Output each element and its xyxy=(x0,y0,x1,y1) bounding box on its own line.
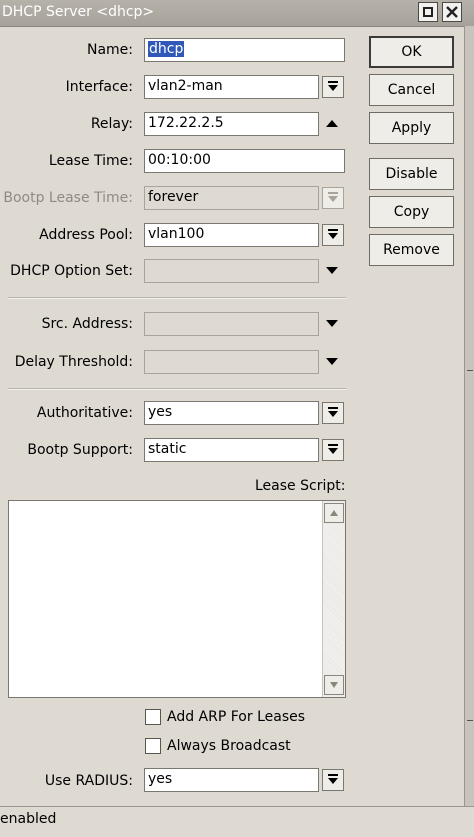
scroll-up-button[interactable] xyxy=(324,503,344,523)
address-pool-dropdown-button[interactable] xyxy=(322,224,344,246)
name-value: dhcp xyxy=(148,41,185,57)
dropdown-icon xyxy=(328,81,338,91)
expand-down-icon[interactable] xyxy=(324,265,340,277)
disable-button[interactable]: Disable xyxy=(369,158,454,190)
bootp-support-value: static xyxy=(148,441,187,457)
bootp-lease-time-value: forever xyxy=(148,189,199,205)
name-label: Name: xyxy=(86,42,133,58)
delay-threshold-label: Delay Threshold: xyxy=(14,354,133,370)
address-pool-label: Address Pool: xyxy=(39,227,133,243)
relay-label: Relay: xyxy=(90,116,133,132)
address-pool-field[interactable]: vlan100 xyxy=(144,223,319,247)
separator xyxy=(8,388,346,390)
edge-mark xyxy=(467,370,473,371)
interface-dropdown-button[interactable] xyxy=(322,76,344,98)
authoritative-value: yes xyxy=(148,404,173,420)
dropdown-icon xyxy=(328,407,338,417)
interface-value: vlan2-man xyxy=(148,78,223,94)
title-bar[interactable]: DHCP Server <dhcp> xyxy=(0,0,474,27)
address-pool-value: vlan100 xyxy=(148,226,205,242)
bootp-lease-time-label: Bootp Lease Time: xyxy=(3,190,133,206)
delay-threshold-field[interactable] xyxy=(144,350,319,374)
lease-time-field[interactable]: 00:10:00 xyxy=(144,149,345,173)
interface-label: Interface: xyxy=(65,79,133,95)
status-text: enabled xyxy=(0,811,57,827)
dropdown-icon xyxy=(328,229,338,239)
bootp-support-dropdown-button[interactable] xyxy=(322,439,344,461)
dropdown-icon xyxy=(328,192,338,202)
restore-icon xyxy=(423,7,433,17)
authoritative-label: Authoritative: xyxy=(36,405,133,421)
authoritative-field[interactable]: yes xyxy=(144,401,319,425)
src-address-field[interactable] xyxy=(144,312,319,336)
status-bar: enabled xyxy=(0,806,474,837)
arrow-down-icon xyxy=(330,682,338,688)
cancel-button[interactable]: Cancel xyxy=(369,74,454,106)
relay-field[interactable]: 172.22.2.5 xyxy=(144,112,319,136)
window-title: DHCP Server <dhcp> xyxy=(2,4,155,20)
interface-field[interactable]: vlan2-man xyxy=(144,75,319,99)
use-radius-value: yes xyxy=(148,771,173,787)
window-right-edge xyxy=(464,26,474,806)
expand-down-icon[interactable] xyxy=(324,356,340,368)
add-arp-checkbox[interactable] xyxy=(145,709,161,725)
bootp-lease-time-field: forever xyxy=(144,186,319,210)
use-radius-label: Use RADIUS: xyxy=(44,773,133,789)
close-button[interactable] xyxy=(442,2,462,22)
src-address-label: Src. Address: xyxy=(41,316,133,332)
authoritative-dropdown-button[interactable] xyxy=(322,402,344,424)
lease-script-label: Lease Script: xyxy=(255,478,346,494)
bootp-support-field[interactable]: static xyxy=(144,438,319,462)
bootp-support-label: Bootp Support: xyxy=(27,442,133,458)
arrow-up-icon xyxy=(330,510,338,516)
copy-button[interactable]: Copy xyxy=(369,196,454,228)
ok-button[interactable]: OK xyxy=(369,36,454,68)
lease-script-scrollbar[interactable] xyxy=(322,501,345,697)
use-radius-dropdown-button[interactable] xyxy=(322,769,344,791)
separator xyxy=(8,297,346,299)
relay-value: 172.22.2.5 xyxy=(148,115,224,131)
name-field[interactable]: dhcp xyxy=(144,38,345,62)
lease-time-value: 00:10:00 xyxy=(148,152,211,168)
edge-mark xyxy=(467,720,473,721)
expand-down-icon[interactable] xyxy=(324,318,340,330)
restore-button[interactable] xyxy=(418,2,438,22)
lease-time-label: Lease Time: xyxy=(48,153,133,169)
close-icon xyxy=(446,6,458,18)
dhcp-option-set-label: DHCP Option Set: xyxy=(10,263,133,279)
dropdown-icon xyxy=(328,444,338,454)
scroll-down-button[interactable] xyxy=(324,675,344,695)
dhcp-option-set-field[interactable] xyxy=(144,259,319,283)
apply-button[interactable]: Apply xyxy=(369,112,454,144)
dropdown-icon xyxy=(328,774,338,784)
add-arp-label[interactable]: Add ARP For Leases xyxy=(167,709,305,725)
dhcp-server-window: DHCP Server <dhcp> Name: dhcp Interface:… xyxy=(0,0,474,837)
always-broadcast-label[interactable]: Always Broadcast xyxy=(167,738,291,754)
lease-script-textarea[interactable] xyxy=(8,500,346,698)
use-radius-field[interactable]: yes xyxy=(144,768,319,792)
collapse-up-icon[interactable] xyxy=(324,117,340,129)
remove-button[interactable]: Remove xyxy=(369,234,454,266)
bootp-lease-time-dropdown-button xyxy=(322,187,344,209)
always-broadcast-checkbox[interactable] xyxy=(145,738,161,754)
